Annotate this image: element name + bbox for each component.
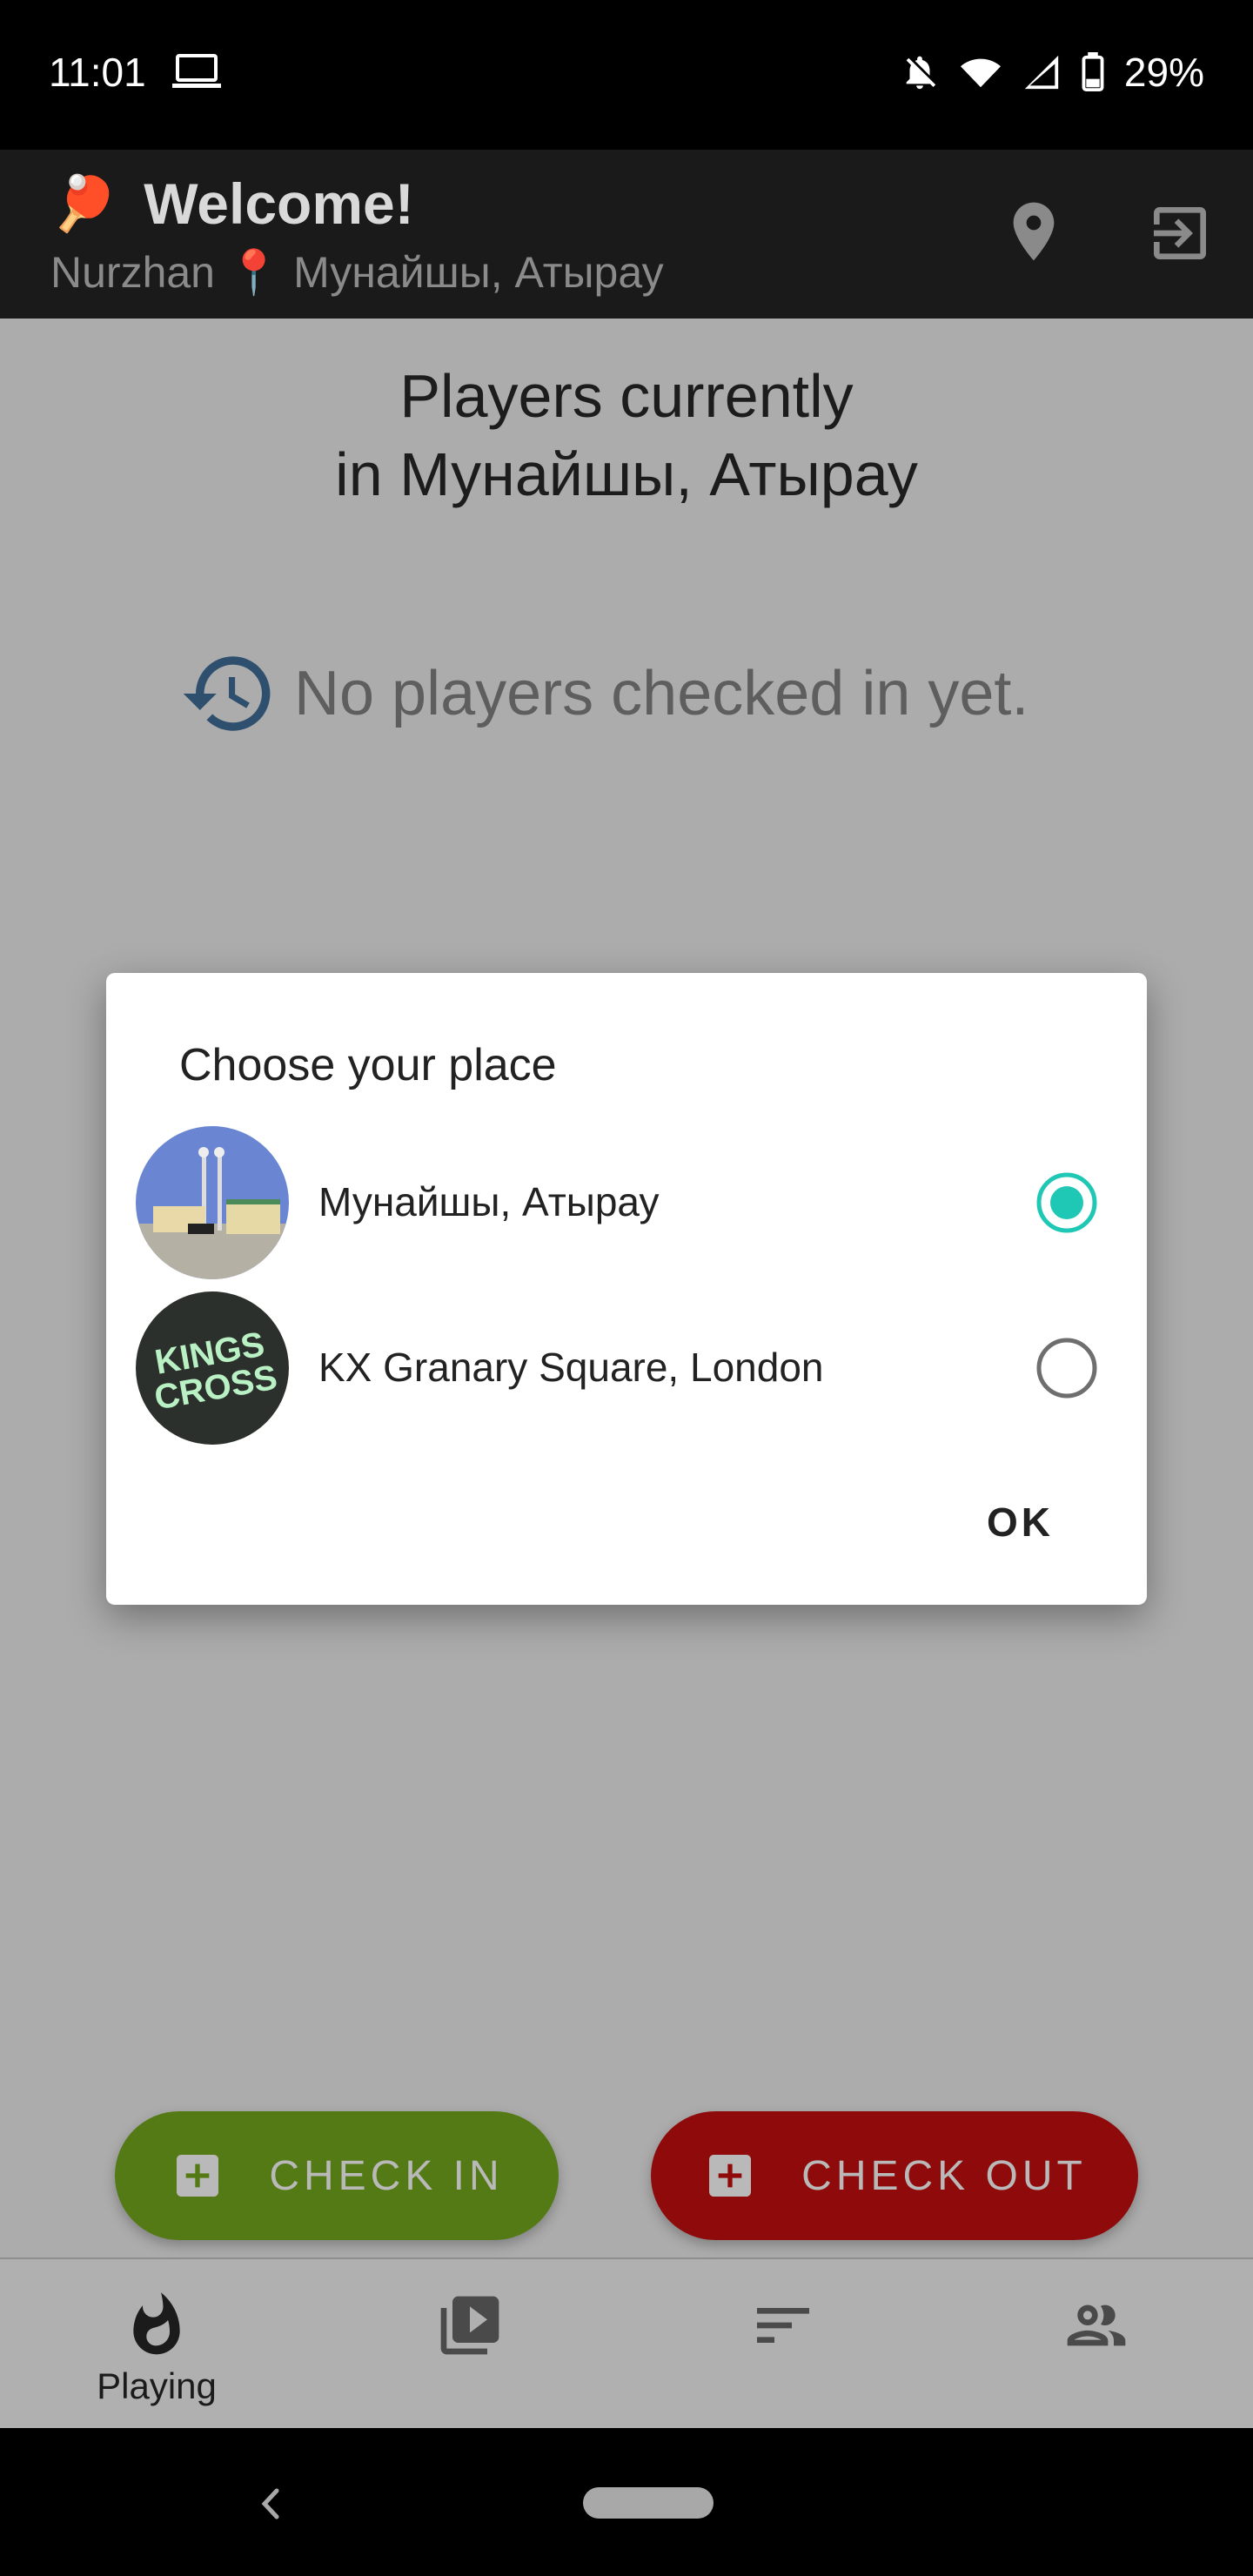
back-chevron-icon[interactable] [249, 2482, 292, 2526]
radio-selected-icon[interactable] [1035, 1171, 1098, 1234]
heading-line-2: in Мунайшы, Атырау [335, 440, 918, 508]
check-out-button[interactable]: CHECK OUT [651, 2111, 1138, 2240]
heading-line-1: Players currently [399, 362, 854, 430]
laptop-icon [172, 54, 221, 88]
nav-item-playing[interactable]: Playing [0, 2259, 313, 2430]
dialog-title: Choose your place [179, 1040, 557, 1090]
place-avatar: KINGS CROSS [136, 1291, 289, 1445]
add-box-icon [709, 2155, 752, 2197]
battery-percent: 29% [1123, 50, 1204, 95]
flame-icon [133, 2292, 180, 2355]
empty-message: No players checked in yet. [294, 659, 1029, 728]
history-icon [183, 656, 271, 731]
check-in-button[interactable]: CHECK IN [115, 2111, 559, 2240]
notifications-off-icon [906, 56, 936, 90]
home-pill[interactable] [583, 2487, 714, 2519]
status-bar: 11:01 29% [0, 0, 1253, 150]
current-location: Мунайшы, Атырау [293, 248, 664, 297]
check-in-label: CHECK IN [269, 2152, 504, 2199]
place-option-kx-granary[interactable]: KINGS CROSS KX Granary Square, London [106, 1291, 1147, 1448]
radio-unselected-icon[interactable] [1035, 1337, 1098, 1399]
add-box-icon [177, 2155, 219, 2197]
empty-state: No players checked in yet. [179, 644, 1029, 743]
battery-icon [1082, 52, 1104, 92]
wifi-icon [960, 58, 1001, 88]
status-icons: 29% [900, 49, 1204, 96]
location-pin-icon[interactable] [999, 197, 1069, 266]
logout-icon[interactable] [1145, 198, 1215, 268]
status-time: 11:01 [49, 50, 146, 95]
user-name: Nurzhan [50, 248, 215, 297]
people-icon [1067, 2304, 1126, 2346]
place-name: Мунайшы, Атырау [318, 1179, 660, 1224]
bottom-navigation: Playing [0, 2257, 1253, 2430]
choose-place-dialog: Choose your place Мунайшы, Атырау KINGS … [106, 973, 1147, 1605]
nav-item-rankings[interactable] [626, 2259, 940, 2430]
nav-item-videos[interactable] [313, 2259, 626, 2430]
place-avatar [136, 1126, 289, 1279]
place-name: KX Granary Square, London [318, 1345, 824, 1390]
video-library-icon [440, 2296, 499, 2355]
sort-icon [757, 2308, 809, 2343]
ping-pong-icon: 🏓 [50, 173, 118, 234]
app-subtitle: Nurzhan 📍 Мунайшы, Атырау [50, 247, 664, 299]
ok-button[interactable]: OK [987, 1499, 1054, 1546]
signal-icon [1024, 55, 1059, 90]
nav-item-people[interactable] [940, 2259, 1253, 2430]
players-heading: Players currently in Мунайшы, Атырау [0, 357, 1253, 513]
place-option-munaishy[interactable]: Мунайшы, Атырау [106, 1126, 1147, 1283]
welcome-title: Welcome! [144, 171, 414, 236]
page-title: 🏓 Welcome! [50, 171, 414, 237]
nav-label-playing: Playing [97, 2365, 217, 2406]
check-out-label: CHECK OUT [801, 2152, 1087, 2199]
pin-emoji: 📍 [226, 248, 282, 297]
